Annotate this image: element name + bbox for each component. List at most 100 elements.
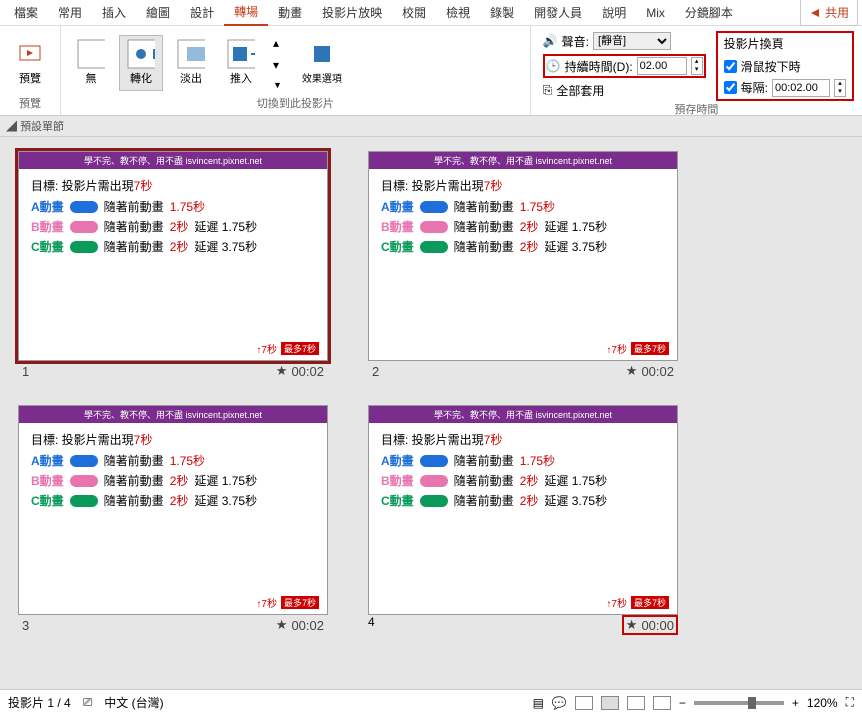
share-button[interactable]: 共用 (800, 0, 858, 26)
effect-options-label: 效果選項 (302, 70, 342, 85)
status-bar: 投影片 1 / 4 ⎚ 中文 (台灣) ▤ 💬 − + 120% ⛶ (0, 689, 862, 715)
apply-all-label: 全部套用 (556, 82, 604, 99)
after-spinner[interactable]: ▴▾ (834, 79, 846, 97)
spellcheck-icon[interactable]: ⎚ (83, 695, 93, 710)
apply-all-button[interactable]: ⎘ 全部套用 (543, 82, 706, 99)
on-click-checkbox[interactable] (724, 60, 737, 73)
tab-storyboard[interactable]: 分鏡腳本 (675, 0, 743, 25)
slide-number: 1 (22, 364, 29, 379)
slide-meta: 3 ★ 00:02 (18, 615, 328, 635)
gallery-up-icon[interactable]: ▴ (273, 36, 282, 50)
star-icon: ★ (626, 617, 638, 633)
push-icon (227, 40, 255, 68)
transition-morph-label: 轉化 (130, 70, 152, 86)
sound-label: 聲音: (562, 33, 589, 50)
normal-view-button[interactable] (575, 696, 593, 710)
zoom-slider[interactable] (694, 701, 784, 705)
tab-insert[interactable]: 插入 (92, 0, 136, 25)
ribbon: 預覽 預覽 無 轉化 淡出 推入 ▴ ▾ (0, 26, 862, 116)
after-label: 每隔: (741, 79, 768, 96)
transition-morph[interactable]: 轉化 (119, 35, 163, 91)
tab-design[interactable]: 設計 (180, 0, 224, 25)
duration-input[interactable] (637, 57, 687, 75)
preview-label: 預覽 (19, 70, 41, 86)
duration-spinner[interactable]: ▴▾ (691, 57, 703, 75)
gallery-down-icon[interactable]: ▾ (273, 58, 282, 72)
reading-view-button[interactable] (627, 696, 645, 710)
slide-thumbnail[interactable]: 學不完、教不停、用不盡 isvincent.pixnet.net 目標: 投影片… (368, 405, 678, 615)
section-header[interactable]: ◢ 預設單節 (0, 116, 862, 137)
sound-select[interactable]: [靜音] (593, 32, 671, 50)
slide-meta: 1 ★ 00:02 (18, 361, 328, 381)
zoom-out-button[interactable]: − (679, 696, 686, 710)
group-label-timing: 預存時間 (539, 101, 854, 117)
preview-icon (16, 40, 44, 68)
preview-button[interactable]: 預覽 (8, 36, 52, 90)
slide-meta: ★ 00:00 (622, 615, 678, 635)
tab-home[interactable]: 常用 (48, 0, 92, 25)
slide-time: ★ 00:02 (276, 617, 324, 633)
transition-push-label: 推入 (230, 70, 252, 86)
tab-draw[interactable]: 繪圖 (136, 0, 180, 25)
transition-none[interactable]: 無 (69, 36, 113, 90)
slide-meta: 2 ★ 00:02 (368, 361, 678, 381)
comments-icon[interactable]: 💬 (552, 696, 567, 710)
star-icon: ★ (276, 363, 288, 379)
zoom-level[interactable]: 120% (807, 696, 838, 710)
slide-count: 投影片 1 / 4 (8, 694, 71, 711)
timing-left-col: 🔊 聲音: [靜音] 🕒 持續時間(D): ▴▾ ⎘ 全部套用 (539, 30, 710, 101)
advance-slide-box: 投影片換頁 滑鼠按下時 每隔: ▴▾ (716, 31, 854, 101)
ribbon-group-transitions: 無 轉化 淡出 推入 ▴ ▾ ▼ 效果選項 (61, 26, 531, 115)
tab-mix[interactable]: Mix (636, 2, 675, 24)
slide-time: ★ 00:02 (276, 363, 324, 379)
tab-animations[interactable]: 動畫 (268, 0, 312, 25)
transition-push[interactable]: 推入 (219, 36, 263, 90)
apply-all-icon: ⎘ (543, 83, 553, 98)
slide-thumbnail[interactable]: 學不完、教不停、用不盡 isvincent.pixnet.net 目標: 投影片… (18, 151, 328, 361)
slide-thumbnail[interactable]: 學不完、教不停、用不盡 isvincent.pixnet.net 目標: 投影片… (18, 405, 328, 615)
star-icon: ★ (626, 363, 638, 379)
effect-options-icon (308, 40, 336, 68)
fade-icon (177, 40, 205, 68)
effect-options-button[interactable]: 效果選項 (296, 36, 348, 89)
tab-help[interactable]: 說明 (592, 0, 636, 25)
on-click-label: 滑鼠按下時 (741, 58, 801, 75)
notes-icon[interactable]: ▤ (533, 696, 544, 710)
tab-developer[interactable]: 開發人員 (524, 0, 592, 25)
slide-time: ★ 00:02 (626, 363, 674, 379)
transition-fade[interactable]: 淡出 (169, 36, 213, 90)
none-icon (77, 40, 105, 68)
language-label[interactable]: 中文 (台灣) (104, 694, 163, 711)
tab-slideshow[interactable]: 投影片放映 (312, 0, 392, 25)
after-input[interactable] (772, 79, 830, 97)
menu-bar: 檔案 常用 插入 繪圖 設計 轉場 動畫 投影片放映 校閱 檢視 錄製 開發人員… (0, 0, 862, 26)
share-label: 共用 (825, 4, 849, 21)
gallery-more-icon[interactable]: ▼ (273, 80, 282, 90)
after-checkbox[interactable] (724, 81, 737, 94)
sorter-view-button[interactable] (601, 696, 619, 710)
slide-sorter-view: 學不完、教不停、用不盡 isvincent.pixnet.net 目標: 投影片… (0, 137, 862, 689)
slide-time: ★ 00:00 (626, 617, 674, 633)
morph-icon (127, 40, 155, 68)
tab-record[interactable]: 錄製 (480, 0, 524, 25)
slide-number: 2 (372, 364, 379, 379)
duration-label: 持續時間(D): (565, 58, 633, 75)
slideshow-view-button[interactable] (653, 696, 671, 710)
slide-number: 3 (22, 618, 29, 633)
transition-none-label: 無 (86, 70, 97, 86)
tab-view[interactable]: 檢視 (436, 0, 480, 25)
zoom-in-button[interactable]: + (792, 696, 799, 710)
group-label-transitions: 切換到此投影片 (69, 95, 522, 111)
share-icon (809, 7, 821, 19)
tab-file[interactable]: 檔案 (4, 0, 48, 25)
fit-window-icon[interactable]: ⛶ (846, 695, 854, 710)
slide-thumbnail[interactable]: 學不完、教不停、用不盡 isvincent.pixnet.net 目標: 投影片… (368, 151, 678, 361)
tab-review[interactable]: 校閱 (392, 0, 436, 25)
clock-icon: 🕒 (546, 59, 561, 73)
ribbon-group-preview: 預覽 預覽 (0, 26, 61, 115)
speaker-icon: 🔊 (543, 34, 558, 48)
tab-transitions[interactable]: 轉場 (224, 0, 268, 26)
transition-fade-label: 淡出 (180, 70, 202, 86)
advance-title: 投影片換頁 (724, 35, 846, 52)
star-icon: ★ (276, 617, 288, 633)
